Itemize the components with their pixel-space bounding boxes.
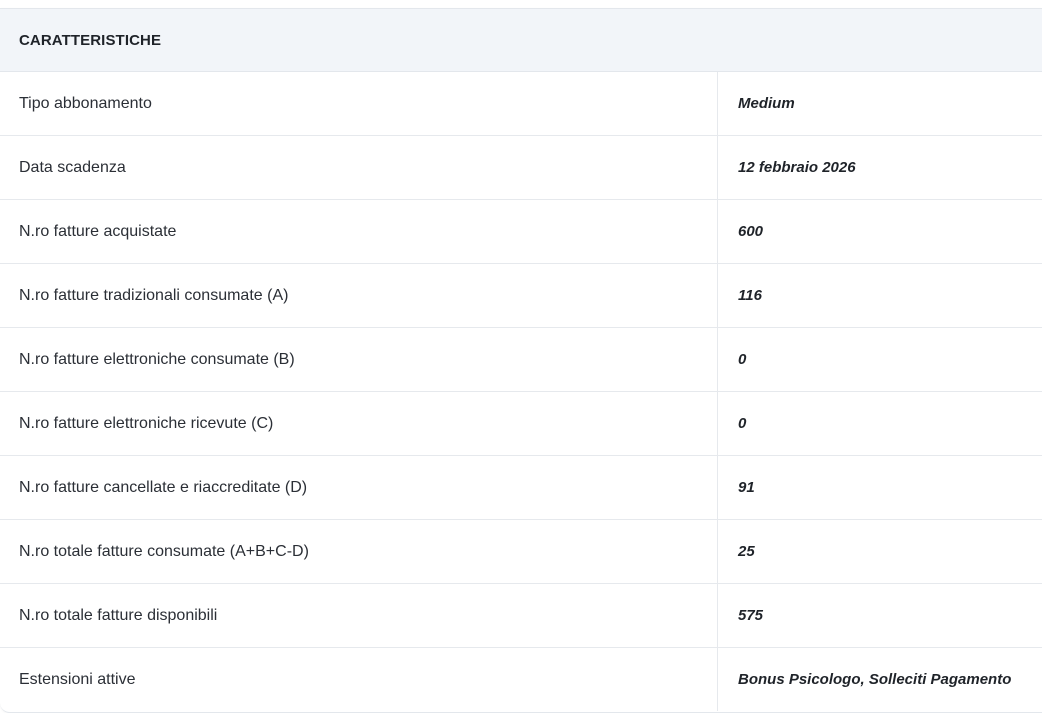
table-row-estensioni-attive: Estensioni attive Bonus Psicologo, Solle… bbox=[0, 648, 1042, 711]
table-row-fatture-elettroniche-consumate: N.ro fatture elettroniche consumate (B) … bbox=[0, 328, 1042, 392]
section-title: CARATTERISTICHE bbox=[19, 31, 162, 49]
row-label: N.ro fatture acquistate bbox=[0, 200, 718, 263]
table-row-fatture-elettroniche-ricevute: N.ro fatture elettroniche ricevute (C) 0 bbox=[0, 392, 1042, 456]
row-label: N.ro fatture tradizionali consumate (A) bbox=[0, 264, 718, 327]
table-row-fatture-cancellate: N.ro fatture cancellate e riaccreditate … bbox=[0, 456, 1042, 520]
row-label: N.ro fatture elettroniche ricevute (C) bbox=[0, 392, 718, 455]
row-value: 25 bbox=[738, 543, 755, 560]
row-value: 600 bbox=[738, 223, 764, 240]
details-table: Tipo abbonamento Medium Data scadenza 12… bbox=[0, 72, 1042, 711]
subscription-details-panel: CARATTERISTICHE Tipo abbonamento Medium … bbox=[0, 8, 1042, 713]
row-label: N.ro fatture elettroniche consumate (B) bbox=[0, 328, 718, 391]
row-label: N.ro totale fatture disponibili bbox=[0, 584, 718, 647]
table-row-data-scadenza: Data scadenza 12 febbraio 2026 bbox=[0, 136, 1042, 200]
row-value: Bonus Psicologo, Solleciti Pagamento bbox=[738, 671, 1012, 688]
table-header: CARATTERISTICHE bbox=[0, 9, 1042, 72]
row-value: 575 bbox=[738, 607, 764, 624]
table-row-totale-fatture-disponibili: N.ro totale fatture disponibili 575 bbox=[0, 584, 1042, 648]
row-value: 0 bbox=[738, 351, 747, 368]
row-value: Medium bbox=[738, 95, 795, 112]
row-value: 12 febbraio 2026 bbox=[738, 159, 856, 176]
row-value: 91 bbox=[738, 479, 755, 496]
row-label: N.ro totale fatture consumate (A+B+C-D) bbox=[0, 520, 718, 583]
row-label: Estensioni attive bbox=[0, 648, 718, 711]
table-row-totale-fatture-consumate: N.ro totale fatture consumate (A+B+C-D) … bbox=[0, 520, 1042, 584]
table-row-fatture-acquistate: N.ro fatture acquistate 600 bbox=[0, 200, 1042, 264]
row-label: N.ro fatture cancellate e riaccreditate … bbox=[0, 456, 718, 519]
table-row-tipo-abbonamento: Tipo abbonamento Medium bbox=[0, 72, 1042, 136]
row-value: 0 bbox=[738, 415, 747, 432]
row-value: 116 bbox=[738, 287, 762, 304]
row-label: Data scadenza bbox=[0, 136, 718, 199]
table-row-fatture-tradizionali-consumate: N.ro fatture tradizionali consumate (A) … bbox=[0, 264, 1042, 328]
row-label: Tipo abbonamento bbox=[0, 72, 718, 135]
